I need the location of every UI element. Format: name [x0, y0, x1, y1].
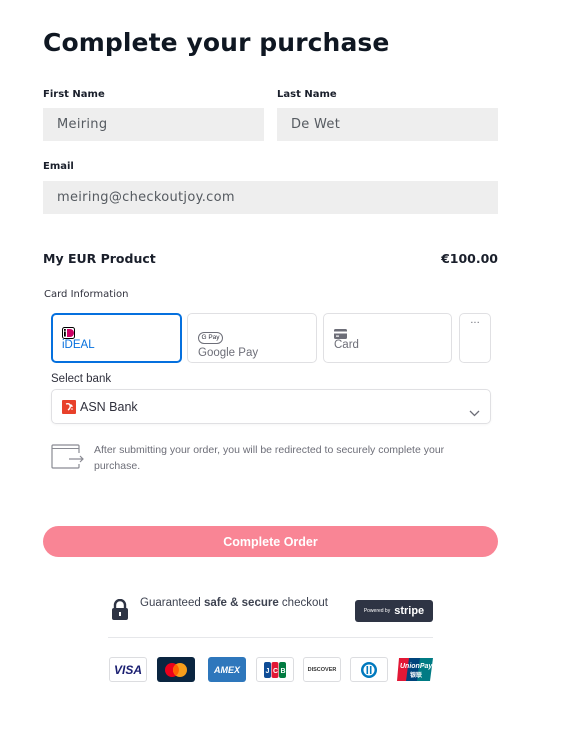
- lock-icon: [111, 598, 129, 625]
- redirect-icon: [51, 444, 85, 473]
- credit-card-icon: [334, 324, 441, 339]
- amex-logo: AMEX: [208, 657, 246, 682]
- first-name-label: First Name: [43, 89, 105, 100]
- powered-by-text: Powered by: [363, 608, 391, 614]
- discover-logo: DISCOVER: [303, 657, 341, 682]
- svg-text:C: C: [273, 668, 278, 675]
- tab-card[interactable]: Card: [323, 313, 452, 363]
- asn-bank-logo-icon: [62, 399, 76, 414]
- last-name-label: Last Name: [277, 89, 337, 100]
- tab-card-label: Card: [334, 339, 359, 351]
- more-icon: ···: [470, 318, 480, 329]
- powered-by-stripe-badge[interactable]: Powered by stripe: [355, 600, 433, 622]
- unionpay-logo: UnionPay 银联: [396, 657, 434, 682]
- selected-bank: ASN Bank: [80, 399, 138, 414]
- more-payment-methods-button[interactable]: ···: [459, 313, 491, 363]
- visa-logo: VISA: [109, 657, 147, 682]
- tab-google-pay-label: Google Pay: [198, 346, 259, 359]
- tab-ideal-label: iDEAL: [62, 339, 95, 351]
- bank-select[interactable]: ASN Bank: [51, 389, 491, 424]
- redirect-notice: After submitting your order, you will be…: [94, 444, 445, 472]
- product-price: €100.00: [441, 251, 498, 266]
- first-name-input[interactable]: Meiring: [43, 108, 264, 141]
- email-label: Email: [43, 161, 74, 172]
- mastercard-logo: [157, 657, 195, 682]
- svg-text:UnionPay: UnionPay: [400, 663, 433, 670]
- svg-text:J: J: [266, 668, 270, 675]
- secure-bold: safe & secure: [203, 597, 279, 609]
- google-pay-icon: G Pay: [198, 331, 223, 344]
- ideal-icon: [62, 324, 171, 339]
- page-title: Complete your purchase: [43, 28, 390, 57]
- email-input[interactable]: meiring@checkoutjoy.com: [43, 181, 498, 214]
- divider: [108, 637, 433, 638]
- svg-text:B: B: [281, 668, 286, 675]
- svg-text:银联: 银联: [410, 671, 422, 679]
- jcb-logo: JCB: [256, 657, 294, 682]
- card-information-label: Card Information: [44, 289, 129, 300]
- select-bank-label: Select bank: [51, 373, 112, 385]
- last-name-input[interactable]: De Wet: [277, 108, 498, 141]
- diners-club-logo: [350, 657, 388, 682]
- secure-prefix: Guaranteed: [140, 597, 204, 609]
- stripe-logo: stripe: [394, 605, 425, 617]
- secure-checkout-text: Guaranteed safe & secure checkout: [140, 597, 328, 609]
- complete-order-button[interactable]: Complete Order: [43, 526, 498, 557]
- tab-google-pay[interactable]: G Pay Google Pay: [187, 313, 317, 363]
- chevron-down-icon: [469, 402, 480, 421]
- product-name: My EUR Product: [43, 251, 156, 266]
- tab-ideal[interactable]: iDEAL: [51, 313, 182, 363]
- secure-suffix: checkout: [278, 597, 328, 609]
